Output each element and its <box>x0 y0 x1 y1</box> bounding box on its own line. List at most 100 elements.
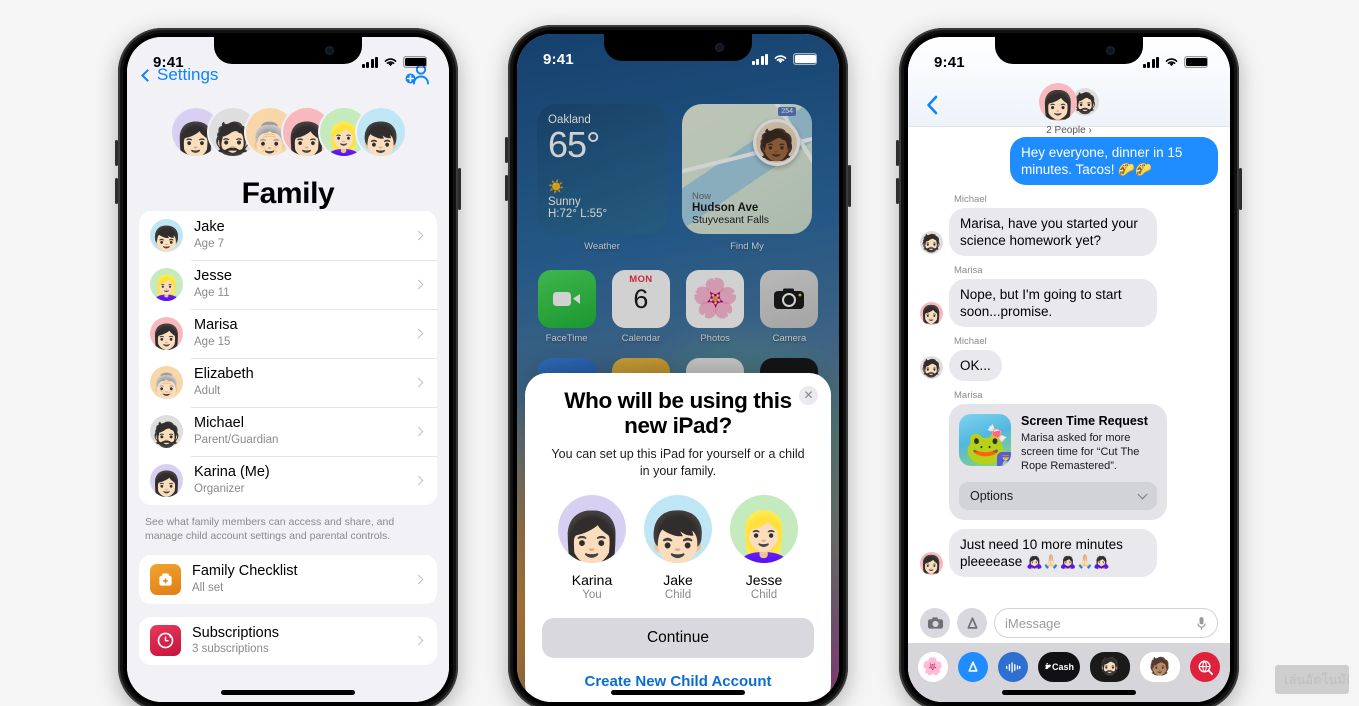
volume-down-button[interactable] <box>896 178 899 204</box>
back-to-settings-button[interactable]: Settings <box>141 65 219 85</box>
power-button[interactable] <box>1239 168 1242 210</box>
apple-cash-label: Cash <box>1051 662 1074 672</box>
incoming-message-row: 👩🏻 Just need 10 more minutes pleeeease 🙇… <box>920 529 1218 578</box>
image-search-icon[interactable] <box>1190 652 1220 682</box>
volume-up-button[interactable] <box>505 137 508 163</box>
outgoing-message-row: Hey everyone, dinner in 15 minutes. Taco… <box>920 137 1218 185</box>
avatar: 👱🏻‍♀️ <box>150 268 183 301</box>
conversation-title[interactable]: 2 People › <box>1046 125 1092 136</box>
screen-time-request-card[interactable]: 🐸 🍬 ⏳ Screen Time Request Marisa asked f… <box>949 404 1167 521</box>
camera-icon[interactable] <box>920 608 950 638</box>
list-item[interactable]: 👦🏻 Jake Age 7 <box>139 211 437 260</box>
family-hero: 👩🏻 🧔🏻 👵🏻 👩🏻 👱🏻‍♀️ 👦🏻 Family <box>127 99 449 211</box>
create-child-account-link[interactable]: Create New Child Account <box>542 673 814 690</box>
chevron-right-icon <box>413 475 424 486</box>
member-name: Elizabeth <box>194 366 254 383</box>
family-list-scroll[interactable]: 👦🏻 Jake Age 7 👱🏻‍♀️ Jesse Age 1 <box>127 211 449 702</box>
volume-down-button[interactable] <box>115 178 118 204</box>
home-indicator[interactable] <box>221 690 355 695</box>
home-indicator[interactable] <box>1002 690 1136 695</box>
screen-time-title: Screen Time Request <box>1021 414 1148 428</box>
options-dropdown[interactable]: Options <box>959 482 1157 511</box>
checklist-title: Family Checklist <box>192 562 298 579</box>
volume-down-button[interactable] <box>505 175 508 201</box>
close-icon[interactable]: ✕ <box>799 385 818 405</box>
back-chevron-icon[interactable] <box>926 95 938 120</box>
subscriptions-card: Subscriptions 3 subscriptions <box>139 616 437 666</box>
member-role: Adult <box>194 384 221 397</box>
avatar: 👩🏻 <box>150 464 183 497</box>
apple-cash-icon[interactable]: Cash <box>1038 652 1080 682</box>
message-bubble-incoming[interactable]: Just need 10 more minutes pleeeease 🙇🏻‍♀… <box>949 529 1157 578</box>
messages-screen: 9:41 👩🏻 🧔🏻 2 People › Hey everyone, dinn… <box>908 37 1230 702</box>
avatar: 👩🏻 <box>1039 83 1077 121</box>
list-item[interactable]: 👩🏻 Marisa Age 15 <box>139 309 437 358</box>
phone3-screen: 9:41 👩🏻 🧔🏻 2 People › Hey everyone, dinn… <box>908 37 1230 702</box>
list-item[interactable]: 🧔🏻 Michael Parent/Guardian <box>139 407 437 456</box>
list-item[interactable]: 👱🏻‍♀️ Jesse Age 11 <box>139 260 437 309</box>
options-label: Options <box>970 489 1014 504</box>
voice-memo-icon[interactable] <box>998 652 1028 682</box>
chevron-right-icon <box>413 328 424 339</box>
incoming-message-row: 🧔🏻 OK... <box>920 350 1218 381</box>
continue-button[interactable]: Continue <box>542 618 814 658</box>
volume-up-button[interactable] <box>115 140 118 166</box>
account-choice[interactable]: 👱🏻‍♀️ Jesse Child <box>730 495 798 601</box>
memoji-avatar: 👦🏻 <box>356 108 405 156</box>
member-role: Parent/Guardian <box>194 433 279 446</box>
message-bubble-incoming[interactable]: Marisa, have you started your science ho… <box>949 208 1157 256</box>
member-name: Jesse <box>194 268 232 285</box>
member-role: Age 7 <box>194 237 225 250</box>
microphone-icon[interactable] <box>1196 616 1207 631</box>
autoplay-watermark: เล่นอัตโนมัติ <box>1275 665 1349 694</box>
choice-name: Jesse <box>745 572 783 588</box>
app-store-icon[interactable] <box>958 652 988 682</box>
back-label: Settings <box>157 65 219 84</box>
member-role: Age 11 <box>194 286 230 299</box>
list-item[interactable]: Subscriptions 3 subscriptions <box>139 617 437 666</box>
member-name: Michael <box>194 415 244 432</box>
photos-icon[interactable]: 🌸 <box>918 652 948 682</box>
message-bubble-outgoing[interactable]: Hey everyone, dinner in 15 minutes. Taco… <box>1010 137 1218 185</box>
checklist-sub: All set <box>192 581 224 594</box>
account-choice[interactable]: 👩🏻 Karina You <box>558 495 626 601</box>
chevron-right-icon <box>413 574 424 585</box>
home-indicator[interactable] <box>611 690 745 695</box>
avatar: 🧔🏻 <box>920 356 943 379</box>
message-bubble-incoming[interactable]: Nope, but I'm going to start soon...prom… <box>949 279 1157 327</box>
power-button[interactable] <box>848 165 851 207</box>
volume-up-button[interactable] <box>896 140 899 166</box>
subscriptions-title: Subscriptions <box>192 624 280 641</box>
list-item[interactable]: Family Checklist All set <box>139 555 437 604</box>
list-item[interactable]: 👵🏻 Elizabeth Adult <box>139 358 437 407</box>
incoming-message-row: 👩🏻 Nope, but I'm going to start soon...p… <box>920 279 1218 327</box>
add-person-icon[interactable] <box>405 63 431 87</box>
hourglass-icon: ⏳ <box>997 452 1011 466</box>
avatar: 👦🏻 <box>644 495 712 563</box>
power-button[interactable] <box>458 168 461 210</box>
avatar: 👩🏻 <box>920 302 943 325</box>
message-sender: Michael <box>954 194 987 205</box>
avatar: 👦🏻 <box>150 219 183 252</box>
family-members-card: 👦🏻 Jake Age 7 👱🏻‍♀️ Jesse Age 1 <box>139 211 437 505</box>
account-choice[interactable]: 👦🏻 Jake Child <box>644 495 712 601</box>
conversation-avatars[interactable]: 👩🏻 🧔🏻 <box>1039 83 1099 121</box>
family-footer-note: See what family members can access and s… <box>145 516 395 543</box>
chevron-right-icon <box>413 230 424 241</box>
message-bubble-incoming[interactable]: OK... <box>949 350 1002 381</box>
setup-modal: ✕ Who will be using this new iPad? You c… <box>525 372 831 702</box>
member-role: Organizer <box>194 482 245 495</box>
app-store-icon[interactable] <box>957 608 987 638</box>
notch <box>995 37 1143 64</box>
message-thread[interactable]: Hey everyone, dinner in 15 minutes. Taco… <box>908 127 1230 602</box>
subscriptions-icon <box>150 625 181 657</box>
choice-role: You <box>582 589 602 601</box>
imessage-input[interactable]: iMessage <box>994 608 1218 638</box>
avatar: 🧔🏻 <box>920 231 943 254</box>
list-item[interactable]: 👩🏻 Karina (Me) Organizer <box>139 456 437 505</box>
notch <box>604 34 752 61</box>
chevron-down-icon <box>1137 489 1148 500</box>
memoji-sticker-icon[interactable]: 🧔🏻 <box>1090 652 1130 682</box>
phone1-screen: 9:41 <box>127 37 449 702</box>
animoji-icon[interactable]: 🧑🏽 <box>1140 652 1180 682</box>
